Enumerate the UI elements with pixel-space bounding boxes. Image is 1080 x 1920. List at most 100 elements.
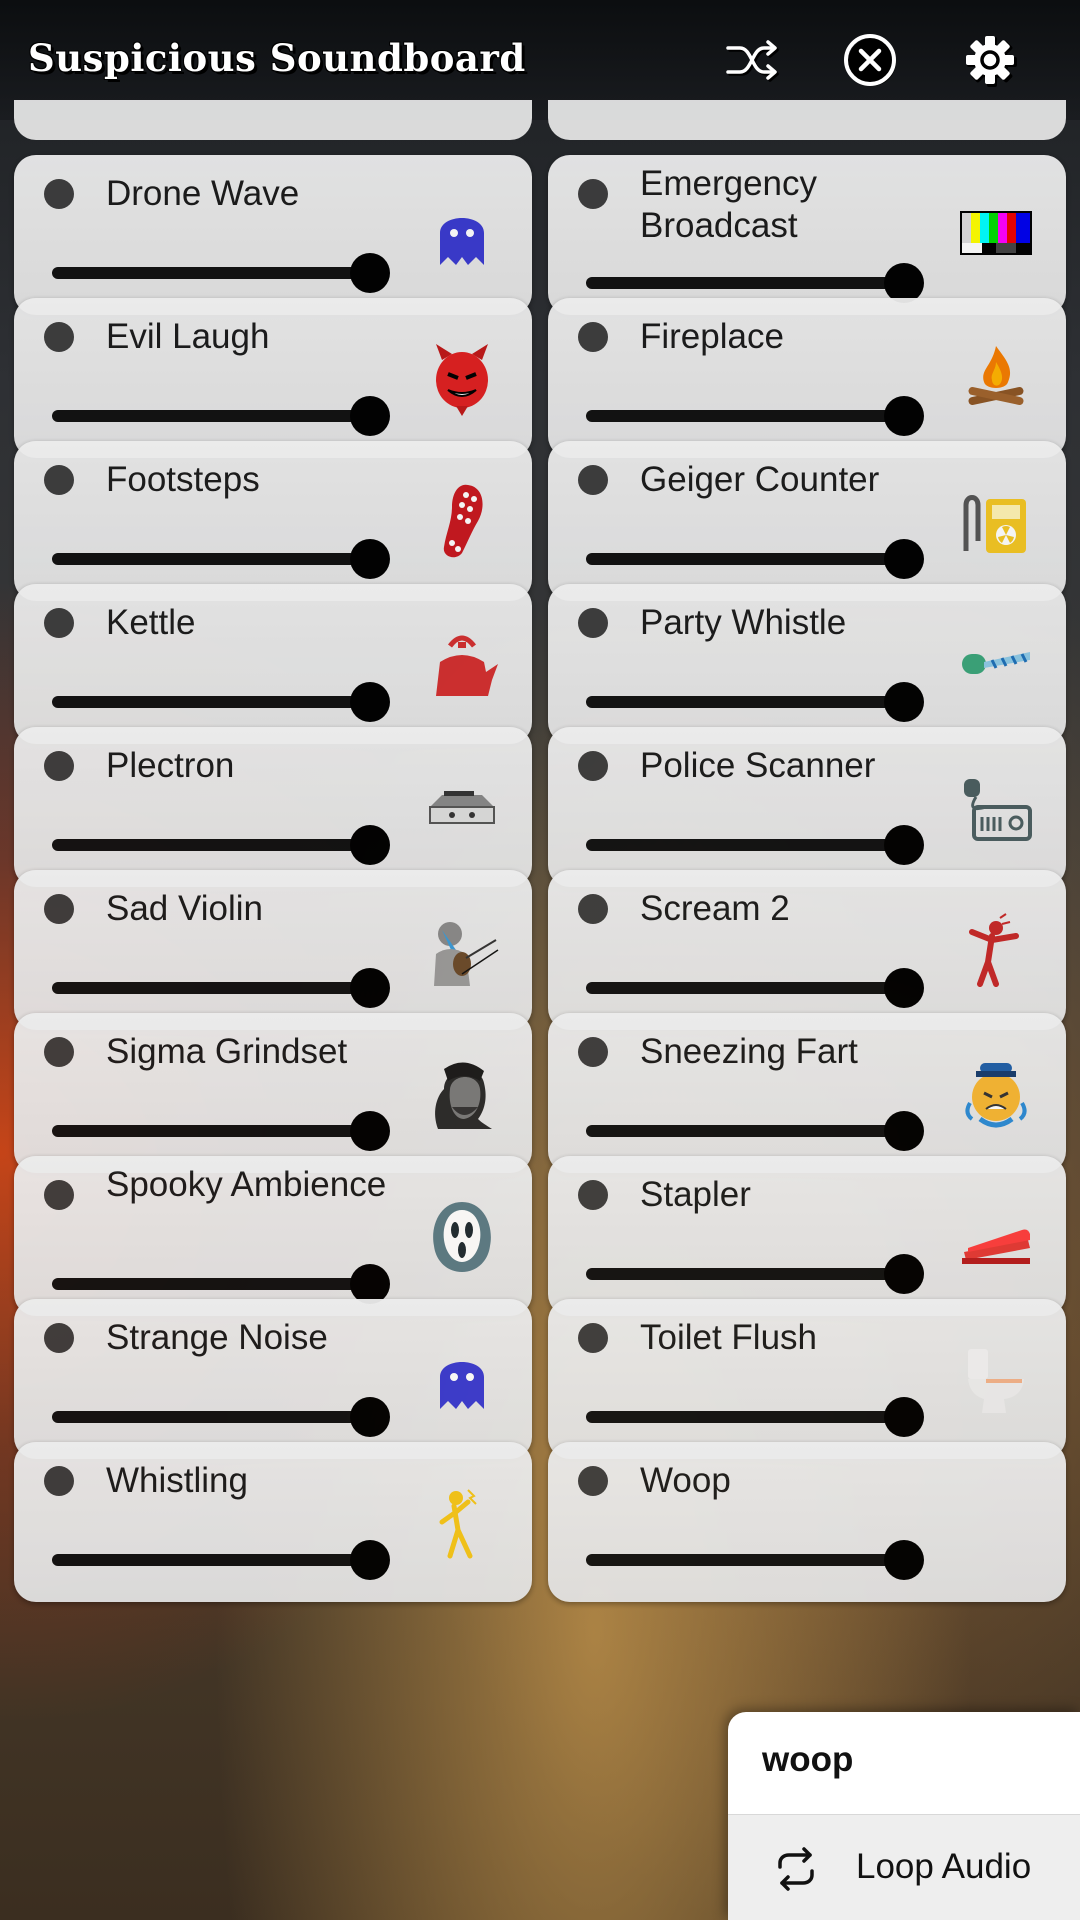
sound-card[interactable]: Kettle xyxy=(14,584,532,744)
geiger-counter-icon xyxy=(956,481,1036,561)
volume-slider[interactable] xyxy=(52,968,402,1008)
shuffle-icon xyxy=(726,40,777,80)
volume-slider-track xyxy=(586,1268,920,1280)
volume-slider-thumb[interactable] xyxy=(350,1540,390,1580)
volume-slider-track xyxy=(586,277,920,289)
volume-slider-thumb[interactable] xyxy=(884,396,924,436)
play-indicator xyxy=(44,608,74,638)
sound-card[interactable]: Evil Laugh xyxy=(14,298,532,458)
shoe-sole-icon xyxy=(422,481,502,561)
context-menu-title: woop xyxy=(762,1740,854,1779)
sound-card[interactable]: Sigma Grindset xyxy=(14,1013,532,1173)
loop-audio-label: Loop Audio xyxy=(856,1847,1032,1886)
sound-card[interactable]: Toilet Flush xyxy=(548,1299,1066,1459)
sound-label: Stapler xyxy=(640,1175,751,1214)
sound-card[interactable]: Stapler xyxy=(548,1156,1066,1316)
volume-slider-track xyxy=(52,410,386,422)
sound-card[interactable]: Sneezing Fart xyxy=(548,1013,1066,1173)
volume-slider[interactable] xyxy=(586,1540,936,1580)
volume-slider-thumb[interactable] xyxy=(884,1397,924,1437)
volume-slider-thumb[interactable] xyxy=(884,539,924,579)
volume-slider-thumb[interactable] xyxy=(350,968,390,1008)
play-indicator xyxy=(578,465,608,495)
volume-slider[interactable] xyxy=(586,263,936,303)
volume-slider[interactable] xyxy=(586,825,936,865)
scream-mask-icon xyxy=(422,1196,502,1276)
sound-card[interactable]: Spooky Ambience xyxy=(14,1156,532,1316)
volume-slider-thumb[interactable] xyxy=(884,968,924,1008)
play-indicator xyxy=(578,751,608,781)
sound-card[interactable]: Scream 2 xyxy=(548,870,1066,1030)
gear-icon xyxy=(966,36,1017,87)
volume-slider-thumb[interactable] xyxy=(350,539,390,579)
volume-slider-thumb[interactable] xyxy=(884,682,924,722)
sound-card[interactable]: Geiger Counter xyxy=(548,441,1066,601)
sound-card-partial[interactable] xyxy=(548,100,1066,140)
volume-slider-thumb[interactable] xyxy=(884,1540,924,1580)
play-indicator xyxy=(578,1037,608,1067)
volume-slider[interactable] xyxy=(52,825,402,865)
volume-slider-thumb[interactable] xyxy=(350,825,390,865)
sound-card[interactable]: Footsteps xyxy=(14,441,532,601)
volume-slider[interactable] xyxy=(586,1254,936,1294)
sound-card[interactable]: Whistling xyxy=(14,1442,532,1602)
sound-card[interactable]: Party Whistle xyxy=(548,584,1066,744)
volume-slider-thumb[interactable] xyxy=(350,1111,390,1151)
volume-slider-track xyxy=(52,1554,386,1566)
volume-slider-thumb[interactable] xyxy=(350,1264,390,1304)
volume-slider[interactable] xyxy=(586,968,936,1008)
sound-card[interactable]: Police Scanner xyxy=(548,727,1066,887)
sound-card[interactable]: Sad Violin xyxy=(14,870,532,1030)
shuffle-button[interactable] xyxy=(722,30,782,90)
app-title: Suspicious Soundboard xyxy=(28,36,526,80)
volume-slider[interactable] xyxy=(586,682,936,722)
volume-slider[interactable] xyxy=(52,253,402,293)
sound-card[interactable]: Strange Noise xyxy=(14,1299,532,1459)
volume-slider[interactable] xyxy=(52,1397,402,1437)
sound-label: Sad Violin xyxy=(106,889,263,928)
volume-slider-thumb[interactable] xyxy=(350,396,390,436)
loop-audio-menu-item[interactable]: Loop Audio xyxy=(728,1814,1080,1920)
volume-slider-track xyxy=(586,696,920,708)
volume-slider-track xyxy=(586,1411,920,1423)
volume-slider[interactable] xyxy=(586,539,936,579)
volume-slider-thumb[interactable] xyxy=(884,825,924,865)
volume-slider-track xyxy=(52,1125,386,1137)
volume-slider-track xyxy=(52,1411,386,1423)
volume-slider[interactable] xyxy=(52,539,402,579)
sound-card[interactable]: Woop xyxy=(548,1442,1066,1602)
sound-label: Police Scanner xyxy=(640,746,876,785)
play-indicator xyxy=(44,465,74,495)
sound-card-partial[interactable] xyxy=(14,100,532,140)
play-indicator xyxy=(578,894,608,924)
sound-label: Emergency Broadcast xyxy=(640,164,818,245)
volume-slider[interactable] xyxy=(52,396,402,436)
stop-all-button[interactable] xyxy=(840,30,900,90)
volume-slider[interactable] xyxy=(52,1111,402,1151)
play-indicator xyxy=(578,1323,608,1353)
sound-card[interactable]: Emergency Broadcast xyxy=(548,155,1066,315)
volume-slider-track xyxy=(586,553,920,565)
volume-slider[interactable] xyxy=(586,396,936,436)
play-indicator xyxy=(578,608,608,638)
sound-card[interactable]: Plectron xyxy=(14,727,532,887)
volume-slider-track xyxy=(52,696,386,708)
test-pattern-icon xyxy=(956,195,1036,275)
volume-slider[interactable] xyxy=(586,1397,936,1437)
volume-slider-thumb[interactable] xyxy=(884,1254,924,1294)
settings-button[interactable] xyxy=(960,30,1020,90)
volume-slider-thumb[interactable] xyxy=(884,263,924,303)
volume-slider-thumb[interactable] xyxy=(350,682,390,722)
volume-slider-thumb[interactable] xyxy=(350,1397,390,1437)
volume-slider[interactable] xyxy=(586,1111,936,1151)
volume-slider[interactable] xyxy=(52,1540,402,1580)
volume-slider-thumb[interactable] xyxy=(350,253,390,293)
volume-slider[interactable] xyxy=(52,1264,402,1304)
sound-label: Scream 2 xyxy=(640,889,790,928)
volume-slider-track xyxy=(52,839,386,851)
sound-card[interactable]: Drone Wave xyxy=(14,155,532,315)
sound-label: Spooky Ambience xyxy=(106,1165,387,1204)
volume-slider[interactable] xyxy=(52,682,402,722)
volume-slider-thumb[interactable] xyxy=(884,1111,924,1151)
sound-card[interactable]: Fireplace xyxy=(548,298,1066,458)
